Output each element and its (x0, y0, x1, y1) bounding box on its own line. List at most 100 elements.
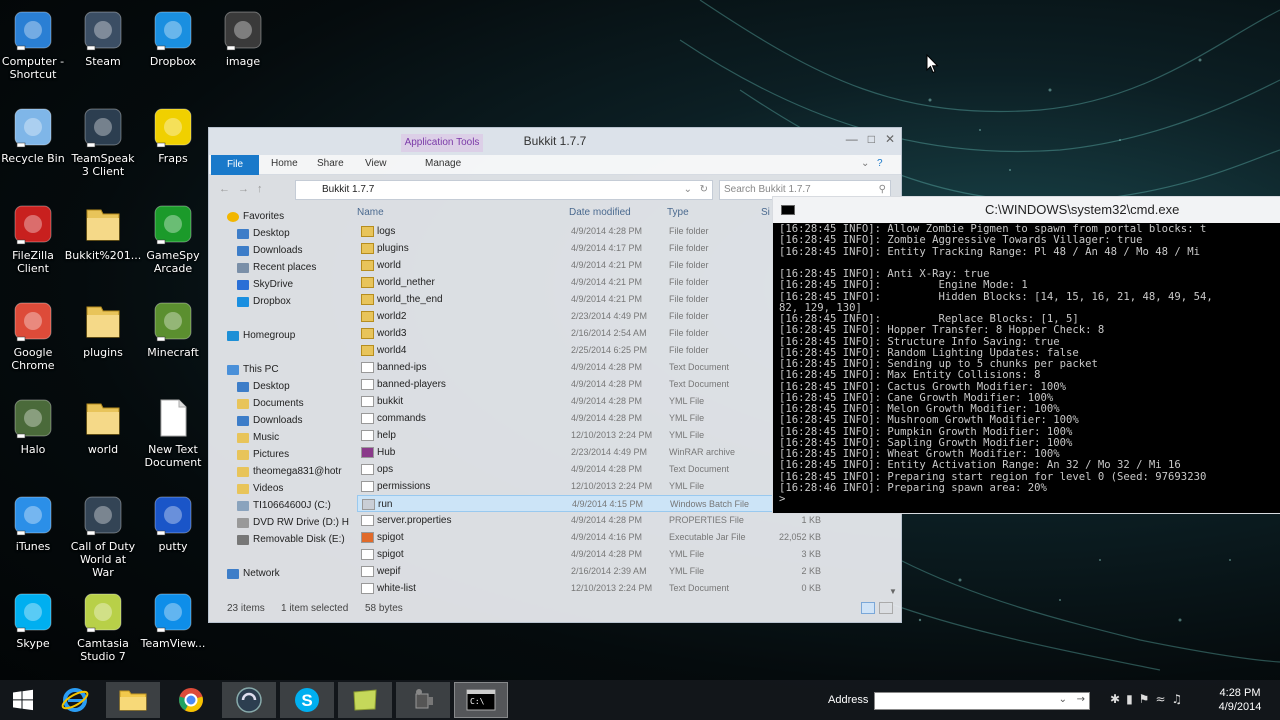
nav-item-documents[interactable]: Documents (209, 395, 349, 412)
taskbar-camtasia[interactable] (338, 682, 392, 718)
desktop-shortcut-camtasia-studio-7[interactable]: Camtasia Studio 7 (68, 590, 138, 663)
tray-network-icon[interactable]: ✱ (1110, 692, 1120, 706)
nav-item-ti10664600j-c[interactable]: TI10664600J (C:) (209, 497, 349, 514)
start-button[interactable] (0, 682, 46, 718)
refresh-icon[interactable]: ↻ (700, 181, 708, 199)
nav-item-videos[interactable]: Videos (209, 480, 349, 497)
tray-power-icon[interactable]: ▮ (1126, 692, 1133, 706)
desktop-shortcut-recycle-bin[interactable]: Recycle Bin (0, 105, 68, 165)
minimize-icon[interactable]: — (846, 132, 858, 146)
nav-item-homegroup[interactable]: Homegroup (209, 327, 349, 344)
tab-home[interactable]: Home (271, 158, 298, 169)
column-size[interactable]: Si (761, 207, 770, 218)
desktop-shortcut-image[interactable]: image (208, 8, 278, 68)
desktop-shortcut-steam[interactable]: Steam (68, 8, 138, 68)
file-type: YML File (669, 549, 705, 559)
details-view-icon[interactable] (861, 602, 875, 614)
nav-item-downloads[interactable]: Downloads (209, 242, 349, 259)
cmd-titlebar[interactable]: C:\WINDOWS\system32\cmd.exe (773, 197, 1280, 223)
forward-arrow-icon[interactable]: → (238, 183, 257, 195)
desktop-shortcut-label: GameSpy Arcade (146, 249, 200, 275)
desktop-shortcut-gamespy-arcade[interactable]: GameSpy Arcade (138, 202, 208, 275)
desktop-shortcut-halo[interactable]: Halo (0, 396, 68, 456)
desktop-shortcut-filezilla-client[interactable]: FileZilla Client (0, 202, 68, 275)
console-output[interactable]: [16:28:45 INFO]: Allow Zombie Pigmen to … (773, 223, 1280, 513)
nav-item-favorites[interactable]: Favorites (209, 208, 349, 225)
file-size: 2 KB (801, 566, 821, 576)
tray-volume-icon[interactable]: ♫ (1172, 692, 1183, 706)
file-row[interactable]: server.properties 4/9/2014 4:28 PM PROPERT… (357, 512, 889, 529)
explorer-title: Bukkit 1.7.7 (523, 134, 587, 148)
help-icon[interactable]: ? (877, 158, 883, 169)
taskbar-command-prompt[interactable]: C:\ (454, 682, 508, 718)
address-toolbar-label: Address (828, 694, 869, 706)
file-row[interactable]: spigot 4/9/2014 4:16 PM Executable Jar Fil… (357, 529, 889, 546)
large-icons-view-icon[interactable] (879, 602, 893, 614)
taskbar-teamspeak[interactable] (222, 682, 276, 718)
file-name: world_the_end (377, 294, 443, 305)
file-type: Text Document (669, 379, 730, 389)
desktop-shortcut-computer-shortcut[interactable]: Computer - Shortcut (0, 8, 68, 81)
address-toolbar-input[interactable]: ⌄ → (874, 692, 1090, 710)
nav-item-skydrive[interactable]: SkyDrive (209, 276, 349, 293)
desktop-shortcut-itunes[interactable]: iTunes (0, 493, 68, 553)
up-arrow-icon[interactable]: ↑ (257, 183, 271, 195)
nav-item-desktop[interactable]: Desktop (209, 378, 349, 395)
desktop-shortcut-dropbox[interactable]: Dropbox (138, 8, 208, 68)
folder-icon (361, 243, 374, 254)
column-date-modified[interactable]: Date modified (569, 207, 631, 218)
nav-item-removable-disk-e[interactable]: Removable Disk (E:) (209, 531, 349, 548)
desktop-shortcut-putty[interactable]: putty (138, 493, 208, 553)
tab-view[interactable]: View (365, 158, 387, 169)
desktop-shortcut-teamspeak-3-client[interactable]: TeamSpeak 3 Client (68, 105, 138, 178)
close-icon[interactable]: ✕ (885, 132, 895, 146)
address-path-field[interactable]: Bukkit 1.7.7 ⌄ ↻ (295, 180, 713, 200)
desktop-shortcut-plugins[interactable]: plugins (68, 299, 138, 359)
desktop-shortcut-new-text-document[interactable]: New Text Document (138, 396, 208, 469)
nav-item-downloads[interactable]: Downloads (209, 412, 349, 429)
command-prompt-window[interactable]: C:\WINDOWS\system32\cmd.exe [16:28:45 IN… (772, 196, 1280, 514)
taskbar-internet-explorer[interactable] (48, 682, 102, 718)
nav-item-network[interactable]: Network (209, 565, 349, 582)
nav-item-pictures[interactable]: Pictures (209, 446, 349, 463)
file-row[interactable]: wepif 2/16/2014 2:39 AM YML File 2 KB (357, 563, 889, 580)
desktop-shortcut-skype[interactable]: Skype (0, 590, 68, 650)
cmd-icon (781, 205, 795, 215)
explorer-titlebar[interactable]: Application Tools Bukkit 1.7.7 — □ ✕ (209, 128, 901, 155)
file-row[interactable]: white-list 12/10/2013 2:24 PM Text Documen… (357, 580, 889, 597)
desktop-shortcut-bukkit-201[interactable]: Bukkit%201... (65, 202, 141, 262)
taskbar-chrome[interactable] (164, 682, 218, 718)
address-dropdown-icon[interactable]: ⌄ (1059, 694, 1067, 705)
taskbar-clock[interactable]: 4:28 PM 4/9/2014 (1206, 686, 1274, 714)
tray-wifi-icon[interactable]: ≈ (1155, 692, 1165, 706)
tray-flag-icon[interactable]: ⚑ (1139, 692, 1150, 706)
nav-item-dropbox[interactable]: Dropbox (209, 293, 349, 310)
taskbar-recorder[interactable] (396, 682, 450, 718)
file-file-icon (361, 549, 374, 560)
tab-share[interactable]: Share (317, 158, 344, 169)
nav-item-recent-places[interactable]: Recent places (209, 259, 349, 276)
chevron-down-icon[interactable]: ⌄ (861, 158, 869, 169)
go-arrow-icon[interactable]: → (1077, 694, 1085, 705)
column-type[interactable]: Type (667, 207, 689, 218)
tab-manage[interactable]: Manage (425, 158, 461, 169)
nav-item-theomega831-hotr[interactable]: theomega831@hotr (209, 463, 349, 480)
nav-item-dvd-rw-drive-d-h[interactable]: DVD RW Drive (D:) H (209, 514, 349, 531)
nav-item-desktop[interactable]: Desktop (209, 225, 349, 242)
desktop-shortcut-minecraft[interactable]: Minecraft (138, 299, 208, 359)
desktop-shortcut-google-chrome[interactable]: Google Chrome (0, 299, 68, 372)
file-row[interactable]: spigot 4/9/2014 4:28 PM YML File 3 KB (357, 546, 889, 563)
desktop-shortcut-call-of-duty-world-at-war[interactable]: Call of Duty World at War (68, 493, 138, 579)
desktop-shortcut-teamview[interactable]: TeamView... (138, 590, 208, 650)
back-arrow-icon[interactable]: ← (219, 183, 238, 195)
desktop-shortcut-world[interactable]: world (68, 396, 138, 456)
nav-item-this-pc[interactable]: This PC (209, 361, 349, 378)
taskbar-file-explorer[interactable] (106, 682, 160, 718)
column-name[interactable]: Name (357, 207, 384, 218)
desktop-shortcut-fraps[interactable]: Fraps (138, 105, 208, 165)
taskbar-skype[interactable]: S (280, 682, 334, 718)
nav-item-music[interactable]: Music (209, 429, 349, 446)
dropdown-chevron-icon[interactable]: ⌄ (684, 181, 692, 199)
maximize-icon[interactable]: □ (868, 132, 875, 146)
tab-file[interactable]: File (211, 155, 259, 175)
